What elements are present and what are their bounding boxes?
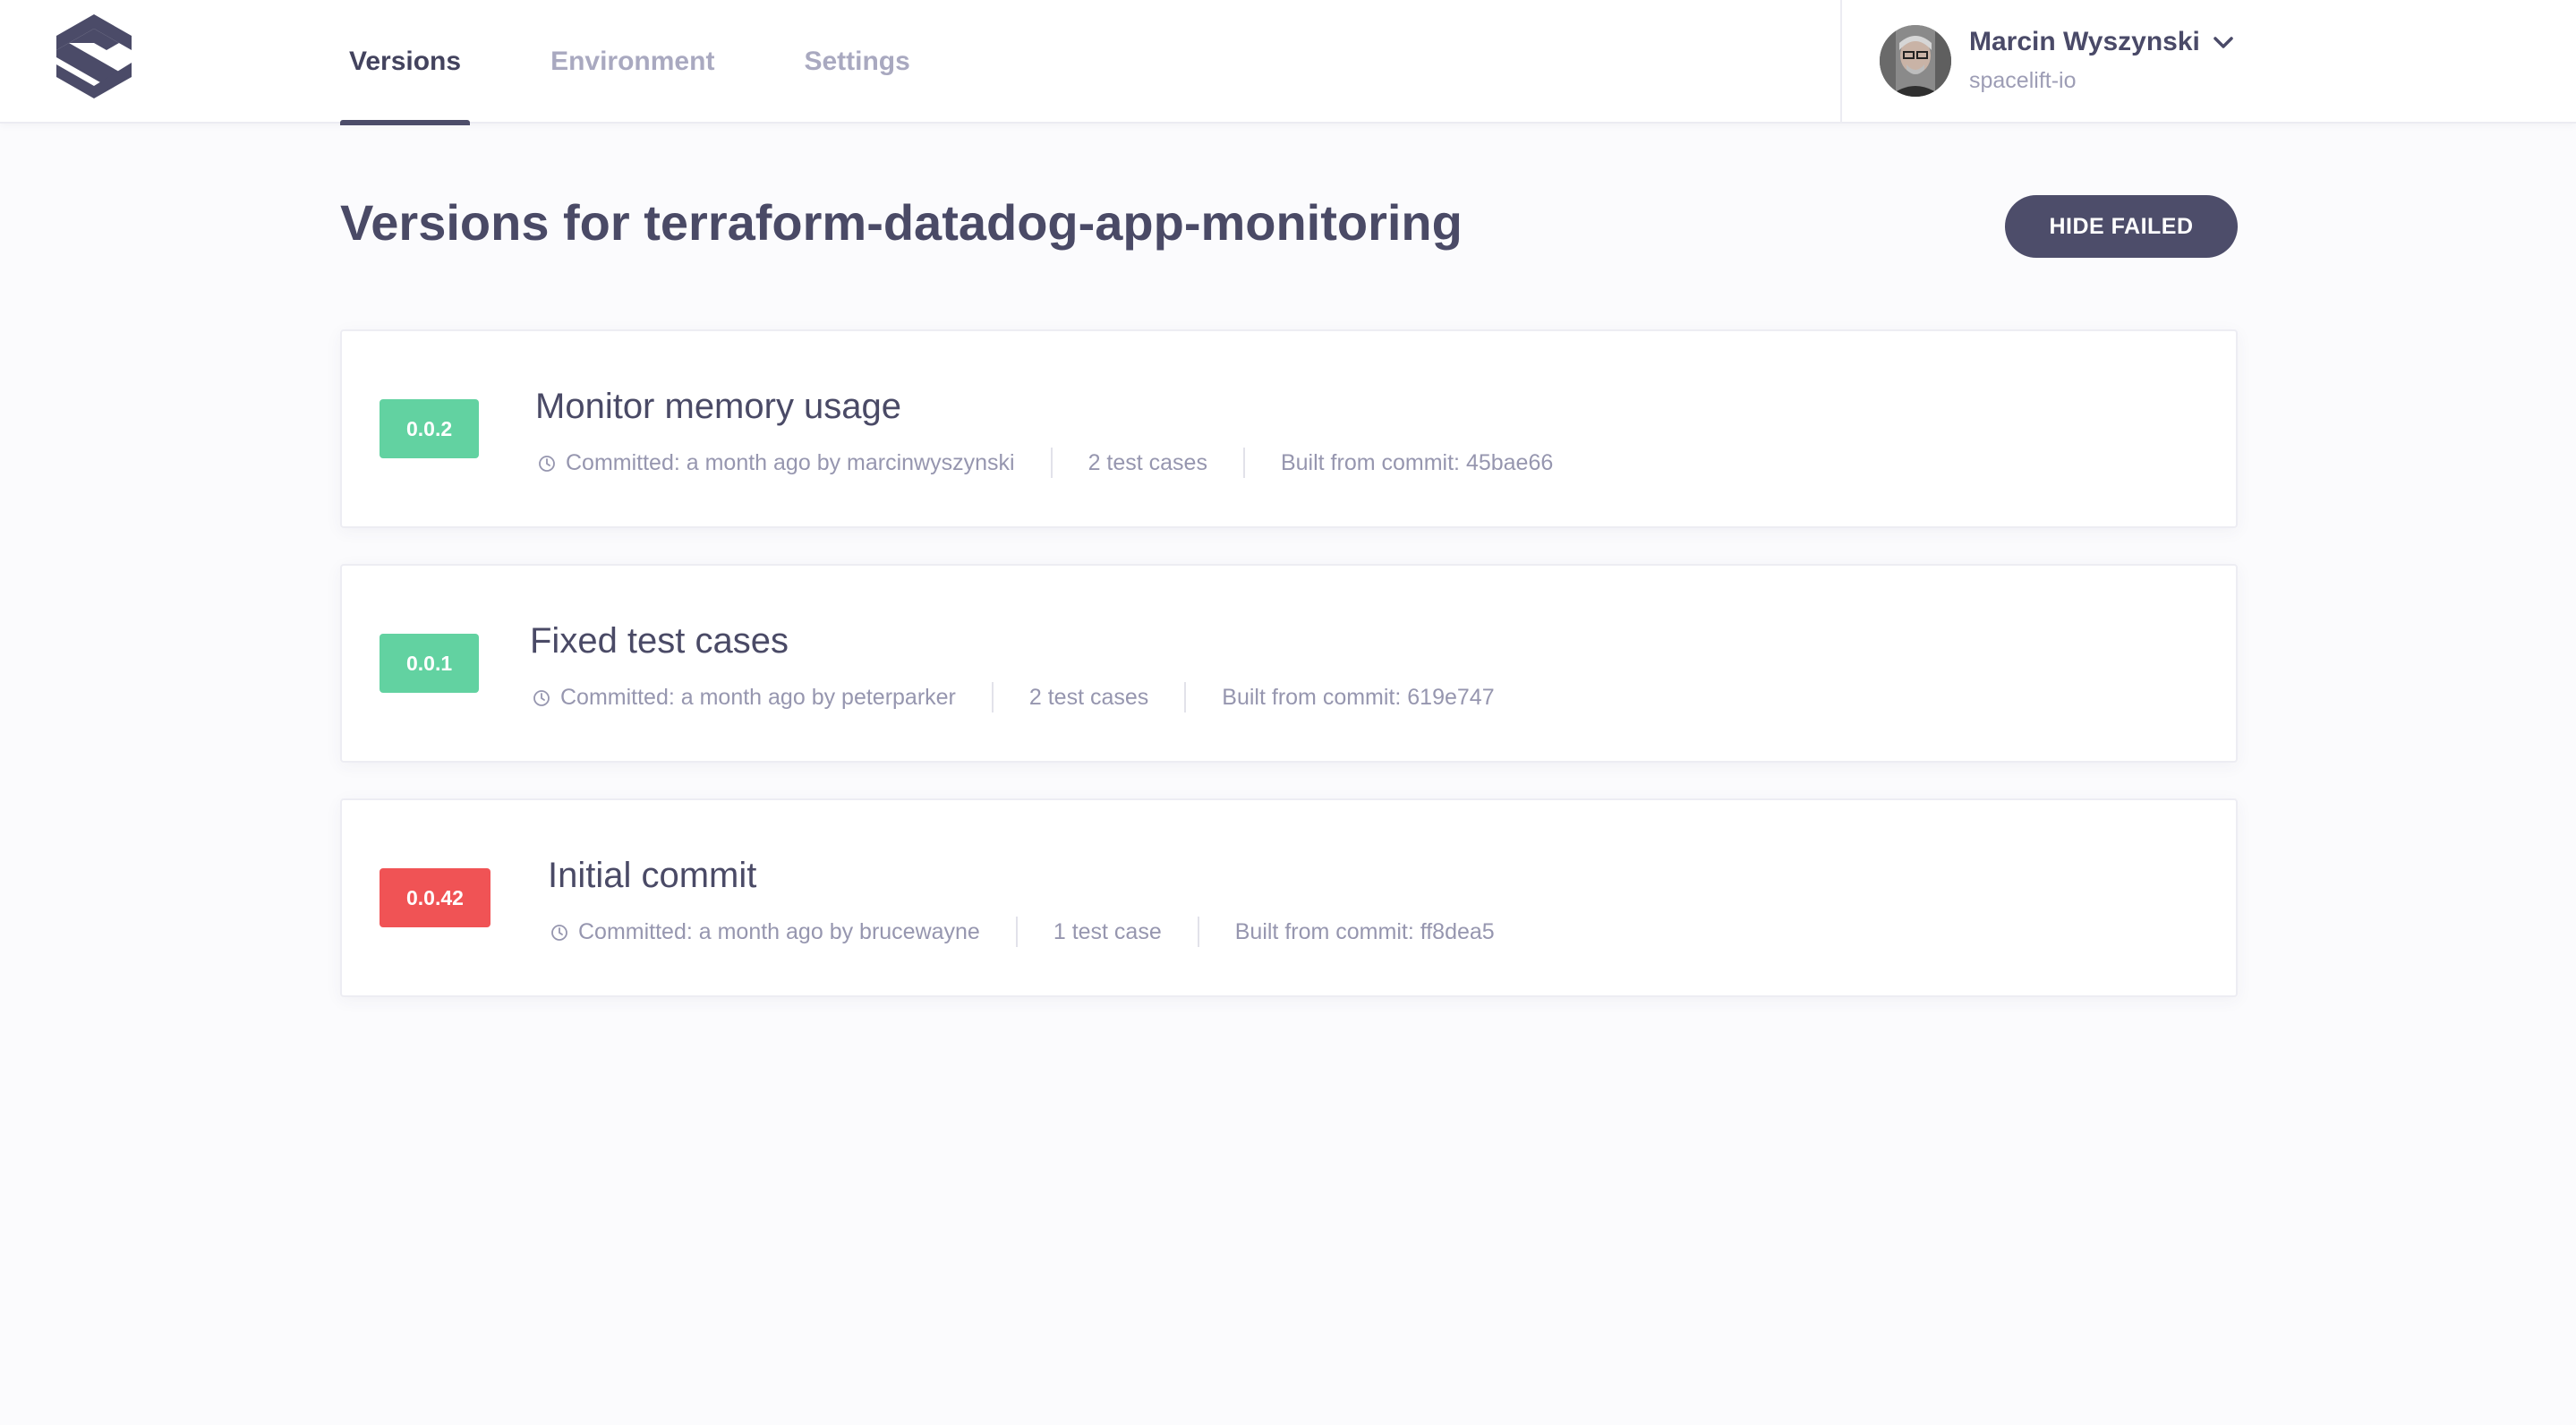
user-menu[interactable]: Marcin Wyszynski spacelift-io xyxy=(1840,0,2576,124)
version-card[interactable]: 0.0.1 Fixed test cases Committed: a mont… xyxy=(340,564,2238,763)
version-meta: Committed: a month ago by brucewayne 1 t… xyxy=(550,917,1495,947)
tab-versions[interactable]: Versions xyxy=(340,0,471,125)
test-case-count: 2 test cases xyxy=(1088,449,1207,475)
commit-hash: Built from commit: ff8dea5 xyxy=(1234,918,1495,944)
commit-hash: Built from commit: 619e747 xyxy=(1222,684,1495,710)
version-meta: Committed: a month ago by marcinwyszynsk… xyxy=(537,448,1553,478)
commit-hash: Built from commit: 45bae66 xyxy=(1280,449,1554,475)
divider xyxy=(991,682,994,712)
version-badge: 0.0.42 xyxy=(380,868,490,927)
version-card[interactable]: 0.0.2 Monitor memory usage Committed: a … xyxy=(340,329,2238,528)
version-badge: 0.0.2 xyxy=(380,399,480,458)
tab-settings[interactable]: Settings xyxy=(795,0,918,124)
clock-icon xyxy=(551,925,567,941)
version-meta: Committed: a month ago by peterparker 2 … xyxy=(532,682,1495,712)
user-name[interactable]: Marcin Wyszynski xyxy=(1969,27,2200,57)
commit-info: Committed: a month ago by peterparker xyxy=(560,684,956,710)
divider xyxy=(1015,917,1018,947)
page-title: Versions for terraform-datadog-app-monit… xyxy=(340,194,1463,251)
avatar[interactable] xyxy=(1880,25,1951,97)
commit-info: Committed: a month ago by marcinwyszynsk… xyxy=(566,449,1015,475)
user-organization: spacelift-io xyxy=(1969,68,2077,93)
spacelift-logo-icon[interactable] xyxy=(48,11,140,109)
user-avatar-icon xyxy=(1880,25,1951,97)
version-card[interactable]: 0.0.42 Initial commit Committed: a month… xyxy=(340,798,2238,997)
chevron-down-icon[interactable] xyxy=(2211,32,2236,54)
commit-info: Committed: a month ago by brucewayne xyxy=(578,918,980,944)
tab-environment[interactable]: Environment xyxy=(542,0,723,124)
clock-icon xyxy=(539,456,555,472)
test-case-count: 2 test cases xyxy=(1028,684,1149,710)
test-case-count: 1 test case xyxy=(1053,918,1162,944)
version-title[interactable]: Fixed test cases xyxy=(530,621,789,661)
divider xyxy=(1242,448,1245,478)
version-badge: 0.0.1 xyxy=(380,634,480,693)
top-header: Versions Environment Settings Marcin Wys… xyxy=(0,0,2576,125)
divider xyxy=(1050,448,1053,478)
clock-icon xyxy=(533,690,550,706)
version-title[interactable]: Monitor memory usage xyxy=(535,387,901,427)
nav-tabs: Versions Environment Settings xyxy=(340,0,991,125)
divider xyxy=(1197,917,1199,947)
hide-failed-button[interactable]: HIDE FAILED xyxy=(2005,195,2238,258)
divider xyxy=(1184,682,1187,712)
version-title[interactable]: Initial commit xyxy=(548,856,756,896)
